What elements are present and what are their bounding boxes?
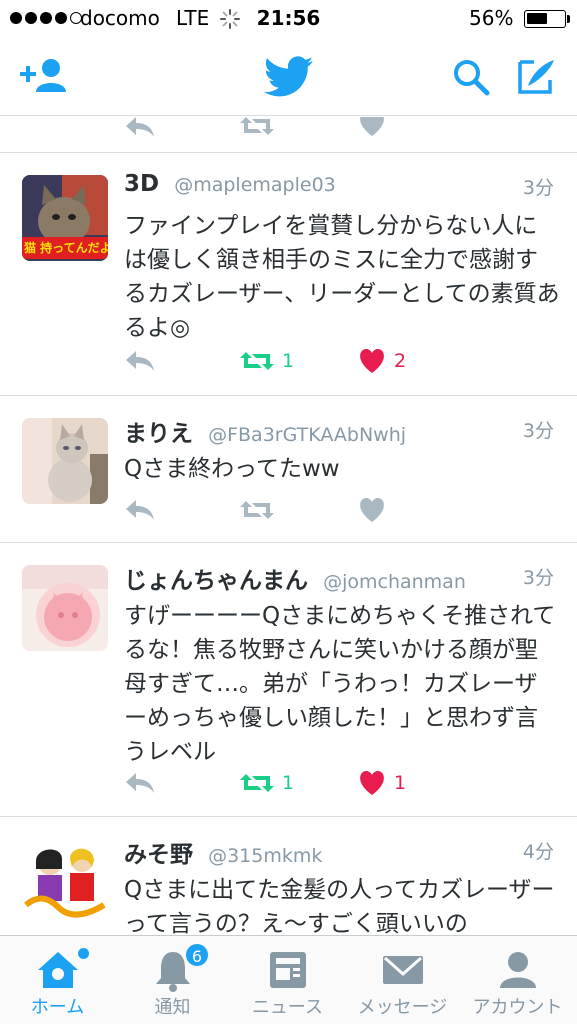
author-name[interactable]: みそ野 [124,842,193,868]
top-nav-bar [0,38,577,116]
cat-photo-avatar-image [22,418,108,504]
previous-tweet-actions [0,117,577,153]
author-handle[interactable]: @maplemaple03 [174,174,336,196]
tweet-header: じょんちゃんまん @jomchanman 3分 [124,561,554,594]
avatar-caption: 猫 持ってんだよ [24,241,108,255]
tweet-header: 3D @maplemaple03 3分 [124,171,554,203]
notification-badge: 6 [184,942,210,968]
news-icon [270,952,306,988]
reply-button[interactable] [124,765,156,801]
timeline[interactable]: 猫 持ってんだよ 3D @maplemaple03 3分 ファインプレイを賞賛し… [0,117,577,935]
reply-button[interactable] [124,343,156,379]
add-user-icon[interactable] [20,58,70,94]
author-handle[interactable]: @315mkmk [208,845,322,867]
tab-messages[interactable]: メッセージ [345,936,460,1024]
avatar[interactable]: 猫 持ってんだよ [22,175,108,261]
retweet-icon [240,501,274,519]
tweet-text: Qさまに出てた金髪の人ってカズレーザーって言うの？え〜すごく頭いいの [124,877,555,935]
heart-icon [360,497,384,522]
reply-icon [126,773,154,793]
tweet-item[interactable]: まりえ @FBa3rGTKAAbNwhj 3分 Qさま終わってたww [0,396,577,543]
battery-percent: 56% [469,6,514,30]
tab-home[interactable]: ホーム [0,936,115,1024]
tab-notifications[interactable]: 6 通知 [115,936,230,1024]
tab-label: ホーム [30,997,85,1018]
bottom-tab-bar: ホーム 6 通知 ニュース メッセージ アカウント [0,935,577,1024]
tab-news[interactable]: ニュース [230,936,345,1024]
retweet-count: 1 [282,350,295,372]
tab-account[interactable]: アカウント [460,936,575,1024]
tweet-actions: 1 1 [124,765,554,801]
search-icon[interactable] [452,58,490,96]
tweet-actions [124,492,554,528]
tweet-text: すげーーーーQさまにめちゃくそ推されてるな！焦る牧野さんに笑いかける顔が聖母すぎ… [124,603,556,765]
heart-icon [360,348,384,373]
tweet-text: Qさま終わってたww [124,456,340,482]
illustration-avatar-image [22,839,108,925]
tab-label: ニュース [251,997,324,1018]
author-name[interactable]: 3D [124,171,159,197]
tweet-time: 3分 [522,420,554,442]
person-icon [500,952,536,988]
like-button[interactable]: 1 [358,765,406,801]
author-handle[interactable]: @jomchanman [323,571,466,593]
twitter-bird-icon[interactable] [264,56,314,98]
like-count: 1 [394,772,407,794]
author-name[interactable]: じょんちゃんまん [124,568,308,594]
like-button[interactable]: 2 [358,343,406,379]
retweet-count: 1 [282,772,295,794]
cat-soap-avatar-image [22,565,108,651]
like-button[interactable] [358,492,386,528]
tweet-actions: 1 2 [124,343,554,379]
tab-label: 通知 [154,997,191,1018]
tweet-item[interactable]: 猫 持ってんだよ 3D @maplemaple03 3分 ファインプレイを賞賛し… [0,153,577,396]
envelope-icon [383,956,423,984]
like-icon[interactable] [358,117,386,137]
status-bar: docomo LTE 21:56 56% [0,0,577,38]
heart-icon [360,770,384,795]
tweet-header: まりえ @FBa3rGTKAAbNwhj 3分 [124,414,554,447]
retweet-icon[interactable] [240,117,274,139]
retweet-button[interactable] [240,492,274,528]
tweet-item[interactable]: みそ野 @315mkmk 4分 Qさまに出てた金髪の人ってカズレーザーって言うの… [0,817,577,935]
reply-button[interactable] [124,492,156,528]
tweet-item[interactable]: じょんちゃんまん @jomchanman 3分 すげーーーーQさまにめちゃくそ推… [0,543,577,817]
new-content-indicator [78,948,89,959]
tab-label: メッセージ [357,997,448,1018]
avatar[interactable] [22,839,108,925]
retweet-button[interactable]: 1 [240,765,294,801]
tweet-time: 4分 [522,841,554,863]
reply-icon [126,351,154,371]
avatar[interactable] [22,565,108,651]
tweet-time: 3分 [522,567,554,589]
reply-icon[interactable] [124,117,156,139]
battery-icon [524,10,566,28]
author-handle[interactable]: @FBa3rGTKAAbNwhj [208,424,406,446]
home-icon [38,952,78,988]
tweet-time: 3分 [522,177,554,199]
like-count: 2 [394,350,407,372]
avatar[interactable] [22,418,108,504]
retweet-icon [240,352,274,370]
tweet-header: みそ野 @315mkmk 4分 [124,835,554,868]
tab-label: アカウント [472,997,563,1018]
retweet-button[interactable]: 1 [240,343,294,379]
compose-icon[interactable] [516,58,556,96]
author-name[interactable]: まりえ [124,421,193,447]
tweet-text: ファインプレイを賞賛し分からない人には優しく頷き相手のミスに全力で感謝するカズレ… [124,213,560,341]
retweet-icon [240,774,274,792]
reply-icon [126,500,154,520]
